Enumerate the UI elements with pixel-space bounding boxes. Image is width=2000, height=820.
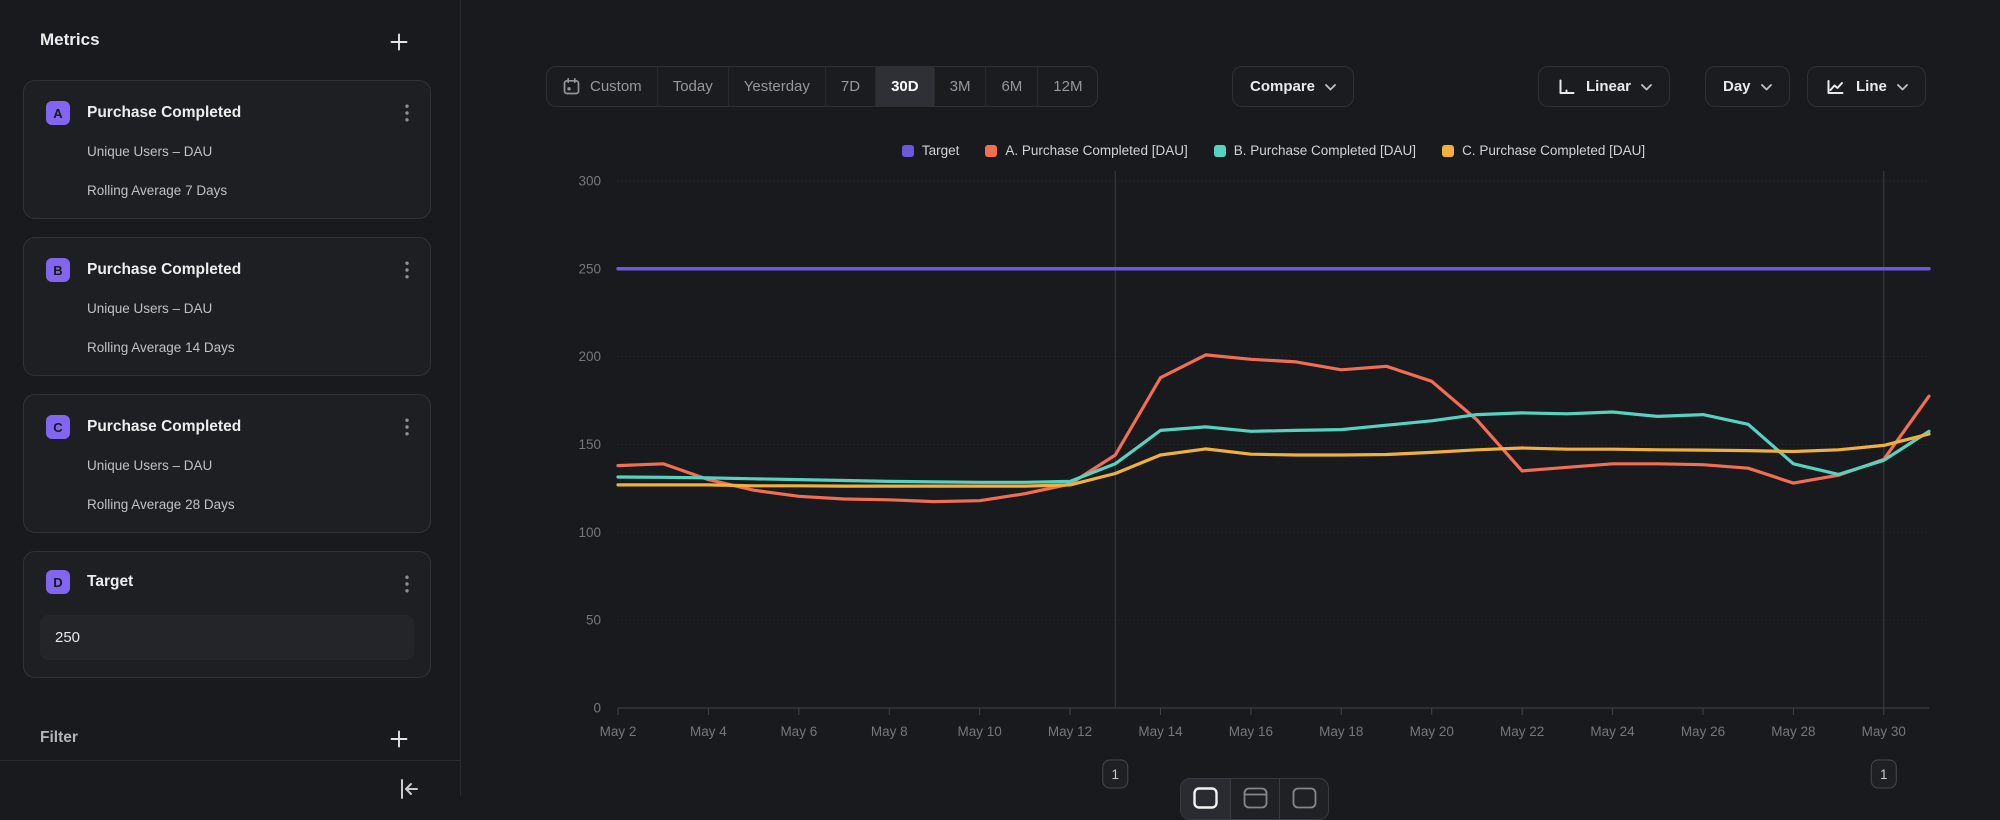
range-6m-button[interactable]: 6M: [985, 67, 1037, 106]
metric-measure: Unique Users – DAU: [87, 144, 212, 159]
metric-rollup: Rolling Average 14 Days: [87, 340, 235, 355]
sidebar-divider: [0, 760, 461, 761]
x-axis-label: May 14: [1138, 724, 1183, 739]
calendar-icon: [562, 77, 581, 96]
metric-badge: C: [46, 415, 70, 439]
x-axis-label: May 12: [1048, 724, 1092, 739]
metric-menu-button[interactable]: [396, 413, 418, 441]
x-axis-label: May 16: [1229, 724, 1273, 739]
chevron-down-icon: [1897, 84, 1908, 91]
filter-section-title: Filter: [40, 729, 78, 747]
plus-icon: [389, 729, 409, 749]
metric-measure: Unique Users – DAU: [87, 458, 212, 473]
metric-card-c[interactable]: C Purchase Completed Unique Users – DAU …: [23, 394, 431, 533]
metric-card-b[interactable]: B Purchase Completed Unique Users – DAU …: [23, 237, 431, 376]
chevron-down-icon: [1761, 84, 1772, 91]
scale-select-button[interactable]: Linear: [1538, 66, 1670, 107]
x-axis-label: May 20: [1410, 724, 1454, 739]
metric-card-a[interactable]: A Purchase Completed Unique Users – DAU …: [23, 80, 431, 219]
chart-area: 0 50 100 150 200 250 300 May 2 May 4 May 6 May 8 Ma…: [460, 130, 2000, 796]
x-axis-label: May 18: [1319, 724, 1363, 739]
grid-view-icon: [1292, 787, 1317, 819]
chart-svg: 0 50 100 150 200 250 300 May 2 May 4 May 6 May 8 Ma…: [460, 130, 2000, 796]
add-metric-button[interactable]: [386, 29, 412, 55]
axis-scale-icon: [1556, 77, 1576, 97]
kebab-menu-icon: [405, 104, 409, 122]
metric-title: Purchase Completed: [87, 418, 241, 436]
metric-menu-button[interactable]: [396, 570, 418, 598]
grid-view-button[interactable]: [1279, 779, 1328, 819]
collapse-sidebar-button[interactable]: [396, 776, 422, 802]
x-axis-label: May 28: [1771, 724, 1815, 739]
range-12m-button[interactable]: 12M: [1037, 67, 1097, 106]
sidebar-title: Metrics: [40, 30, 100, 50]
x-axis-label: May 6: [780, 724, 817, 739]
y-axis-label: 200: [578, 349, 601, 364]
chevron-down-icon: [1641, 84, 1652, 91]
metric-title: Purchase Completed: [87, 261, 241, 279]
target-card[interactable]: D Target: [23, 551, 431, 678]
x-axis-label: May 22: [1500, 724, 1544, 739]
metric-measure: Unique Users – DAU: [87, 301, 212, 316]
x-axis-label: May 26: [1681, 724, 1725, 739]
chart-type-select-button[interactable]: Line: [1807, 66, 1926, 107]
metric-badge: A: [46, 101, 70, 125]
granularity-select-button[interactable]: Day: [1705, 66, 1790, 107]
target-value-input[interactable]: [40, 615, 414, 660]
y-axis-label: 0: [593, 701, 601, 716]
x-axis-label: May 10: [958, 724, 1002, 739]
series-line-c: [618, 434, 1929, 486]
metric-title: Purchase Completed: [87, 104, 241, 122]
kebab-menu-icon: [405, 575, 409, 593]
metric-rollup: Rolling Average 7 Days: [87, 183, 227, 198]
y-axis-label: 50: [586, 613, 601, 628]
annotation-badge-label: 1: [1112, 767, 1120, 782]
kebab-menu-icon: [405, 418, 409, 436]
metric-menu-button[interactable]: [396, 99, 418, 127]
range-today-button[interactable]: Today: [657, 67, 728, 106]
range-30d-button[interactable]: 30D: [875, 67, 934, 106]
add-filter-button[interactable]: [386, 726, 412, 752]
range-yesterday-button[interactable]: Yesterday: [728, 67, 825, 106]
target-title: Target: [87, 573, 133, 591]
view-switcher: [1180, 778, 1329, 820]
range-3m-button[interactable]: 3M: [934, 67, 986, 106]
table-view-button[interactable]: [1230, 779, 1279, 819]
x-axis-label: May 2: [600, 724, 637, 739]
metric-rollup: Rolling Average 28 Days: [87, 497, 235, 512]
x-axis-label: May 24: [1590, 724, 1635, 739]
series-line-b: [618, 412, 1929, 482]
chart-view-icon: [1193, 787, 1218, 819]
y-axis-label: 250: [578, 261, 601, 276]
x-axis-label: May 30: [1862, 724, 1906, 739]
metric-badge: B: [46, 258, 70, 282]
kebab-menu-icon: [405, 261, 409, 279]
range-custom-button[interactable]: Custom: [547, 67, 657, 106]
compare-button[interactable]: Compare: [1232, 66, 1354, 107]
x-axis-label: May 4: [690, 724, 727, 739]
y-axis-label: 150: [578, 437, 601, 452]
range-7d-button[interactable]: 7D: [825, 67, 875, 106]
y-axis-label: 100: [578, 525, 601, 540]
metrics-sidebar: Metrics A Purchase Completed Unique User…: [0, 0, 461, 796]
collapse-sidebar-icon: [396, 776, 422, 802]
date-range-control: Custom Today Yesterday 7D 30D 3M 6M 12M: [546, 66, 1098, 107]
y-axis-label: 300: [578, 174, 601, 189]
x-axis-label: May 8: [871, 724, 908, 739]
metric-badge: D: [46, 570, 70, 594]
plus-icon: [389, 32, 409, 52]
annotation-badge-label: 1: [1880, 767, 1888, 782]
chart-view-button[interactable]: [1181, 779, 1230, 819]
table-view-icon: [1243, 787, 1268, 819]
line-chart-icon: [1825, 77, 1846, 97]
chevron-down-icon: [1325, 84, 1336, 91]
metric-menu-button[interactable]: [396, 256, 418, 284]
